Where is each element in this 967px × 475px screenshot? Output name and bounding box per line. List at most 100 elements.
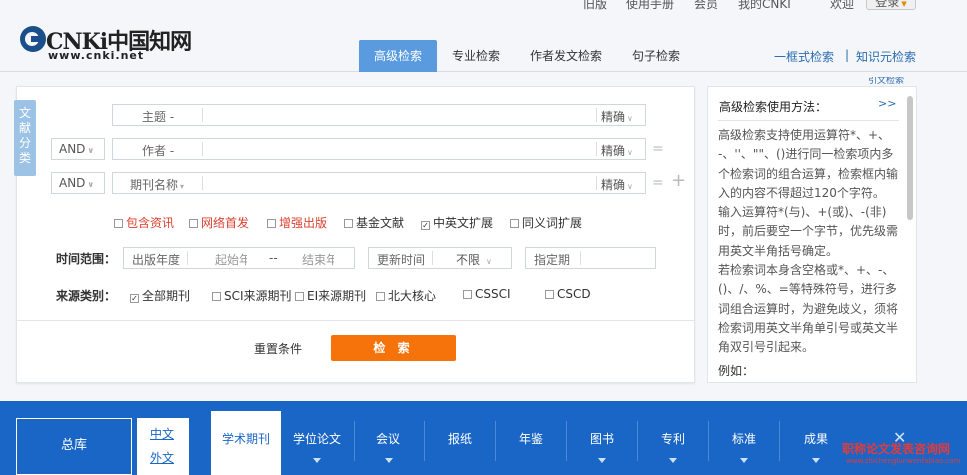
search-button[interactable]: 检 索 xyxy=(331,335,456,361)
watermark-url: www.zhichenglunwenfabiao.com xyxy=(846,457,961,465)
help-example: 例如： xyxy=(718,364,755,378)
nav-dissertations[interactable]: 学位论文 xyxy=(293,430,341,447)
chevron-down-icon xyxy=(385,458,393,463)
field-select-journal[interactable]: 期刊名称 ▾ xyxy=(130,176,184,193)
include-news-checkbox[interactable]: 包含资讯 xyxy=(114,214,174,231)
nav-yearbooks[interactable]: 年鉴 xyxy=(519,430,543,447)
chevron-down-icon: ∨ xyxy=(486,257,492,266)
logic-operator-select[interactable]: AND ∨ xyxy=(51,172,105,194)
chevron-down-icon: ∨ xyxy=(627,182,633,191)
checkbox-icon xyxy=(295,292,304,301)
one-box-search-link[interactable]: 一框式检索 xyxy=(774,48,834,65)
cn-en-expand-checkbox[interactable]: ✓ 中英文扩展 xyxy=(421,214,493,231)
foreign-language-link[interactable]: 外文 xyxy=(150,449,174,466)
remove-row-button[interactable]: = xyxy=(652,141,664,157)
checkbox-checked-icon: ✓ xyxy=(421,221,430,230)
watermark-text: 职称论文发表咨询网 xyxy=(842,442,951,456)
checkbox-icon xyxy=(545,290,554,299)
start-year-input[interactable]: 起始年 xyxy=(215,251,247,268)
ei-source-checkbox[interactable]: EI来源期刊 xyxy=(295,287,366,304)
field-select-subject[interactable]: 主题 - xyxy=(142,108,174,125)
tab-sentence-search[interactable]: 句子检索 xyxy=(623,40,689,72)
literature-category-tab[interactable]: 文献分类 xyxy=(14,100,36,176)
checkbox-icon xyxy=(510,219,519,228)
nav-academic-journals[interactable]: 学术期刊 xyxy=(211,411,281,475)
update-time-label: 更新时间 xyxy=(377,253,426,267)
cssci-checkbox[interactable]: CSSCI xyxy=(463,287,511,301)
welcome-text: 欢迎 xyxy=(830,0,855,11)
checkbox-icon xyxy=(267,219,276,228)
time-range-label: 时间范围： xyxy=(56,252,117,266)
chinese-language-link[interactable]: 中文 xyxy=(150,425,174,442)
end-year-input[interactable]: 结束年 xyxy=(302,251,334,268)
subject-search-input[interactable]: 主题 - 精确 ∨ xyxy=(112,104,646,126)
chevron-down-icon: ∨ xyxy=(627,114,633,123)
add-row-button[interactable]: + xyxy=(671,170,686,191)
enhanced-publish-checkbox[interactable]: 增强出版 xyxy=(267,214,327,231)
chevron-down-icon: ∨ xyxy=(87,146,94,155)
top-bar: 旧版 使用手册 会员 我的CNKI 欢迎 xyxy=(0,0,967,12)
member-link[interactable]: 会员 xyxy=(694,0,718,12)
synonym-expand-checkbox[interactable]: 同义词扩展 xyxy=(510,214,582,231)
range-dash: -- xyxy=(269,251,278,265)
reset-conditions-button[interactable]: 重置条件 xyxy=(254,340,302,357)
sci-source-checkbox[interactable]: SCI来源期刊 xyxy=(212,287,292,304)
publish-year-range: 出版年度 起始年 -- 结束年 xyxy=(123,247,355,269)
journal-search-input[interactable]: 期刊名称 ▾ 精确 ∨ xyxy=(112,172,646,194)
publish-year-label: 出版年度 xyxy=(132,253,181,267)
nav-standards[interactable]: 标准 xyxy=(732,430,756,447)
all-databases-button[interactable]: 总库 xyxy=(16,418,132,475)
help-scrollbar[interactable] xyxy=(907,96,913,220)
chevron-down-icon xyxy=(598,458,606,463)
remove-row-button[interactable]: = xyxy=(652,175,664,191)
nav-conferences[interactable]: 会议 xyxy=(376,430,400,447)
knowledge-search-link[interactable]: 知识元检索 xyxy=(856,48,916,65)
specify-period-label: 指定期 xyxy=(534,253,571,267)
chevron-down-icon: ▾ xyxy=(180,182,185,191)
tab-advanced-search[interactable]: 高级检索 xyxy=(359,40,437,72)
user-manual-link[interactable]: 使用手册 xyxy=(626,0,674,12)
header-separator: | xyxy=(845,48,850,62)
help-panel: 高级检索使用方法： >> 高级检索支持使用运算符*、+、-、''、""、()进行… xyxy=(707,86,917,383)
chevron-down-icon xyxy=(812,458,820,463)
fund-literature-checkbox[interactable]: 基金文献 xyxy=(344,214,404,231)
match-mode-select[interactable]: 精确 ∨ xyxy=(601,142,633,159)
nav-patents[interactable]: 专利 xyxy=(661,430,685,447)
help-more-link[interactable]: >> xyxy=(878,97,896,110)
checkbox-checked-icon: ✓ xyxy=(130,294,139,303)
citation-search-link[interactable]: 引文检索 xyxy=(868,77,904,85)
help-content: 高级检索支持使用运算符*、+、-、''、""、()进行同一检索项内多个检索词的组… xyxy=(718,126,904,358)
help-title: 高级检索使用方法： xyxy=(719,100,828,114)
match-mode-select[interactable]: 精确 ∨ xyxy=(601,108,633,125)
pku-core-checkbox[interactable]: 北大核心 xyxy=(376,287,436,304)
nav-newspapers[interactable]: 报纸 xyxy=(448,430,472,447)
checkbox-icon xyxy=(212,292,221,301)
chevron-down-icon: ∨ xyxy=(87,180,94,189)
specify-period-input[interactable]: 指定期 xyxy=(525,247,656,269)
nav-books[interactable]: 图书 xyxy=(590,430,614,447)
nav-achievements[interactable]: 成果 xyxy=(804,430,828,447)
help-paragraph: 高级检索支持使用运算符*、+、-、''、""、()进行同一检索项内多个检索词的组… xyxy=(718,128,899,200)
login-button[interactable]: 登录 ▼ xyxy=(866,0,916,10)
my-cnki-link[interactable]: 我的CNKI xyxy=(738,0,791,12)
chevron-down-icon xyxy=(740,458,748,463)
match-mode-select[interactable]: 精确 ∨ xyxy=(601,176,633,193)
cscd-checkbox[interactable]: CSCD xyxy=(545,287,591,301)
update-time-value: 不限 ∨ xyxy=(456,253,492,267)
language-switch: 中文 外文 xyxy=(137,418,189,475)
tab-professional-search[interactable]: 专业检索 xyxy=(443,40,509,72)
header: CNKi中国知网 www.cnki.net 高级检索 专业检索 作者发文检索 句… xyxy=(0,12,967,72)
tab-author-search[interactable]: 作者发文检索 xyxy=(523,40,609,72)
logic-operator-select[interactable]: AND ∨ xyxy=(51,138,105,160)
checkbox-icon xyxy=(189,219,198,228)
old-version-link[interactable]: 旧版 xyxy=(583,0,607,12)
field-select-author[interactable]: 作者 - xyxy=(142,142,174,159)
checkbox-icon xyxy=(114,219,123,228)
logo-url: www.cnki.net xyxy=(48,49,145,62)
update-time-select[interactable]: 更新时间 不限 ∨ xyxy=(368,247,512,269)
author-search-input[interactable]: 作者 - 精确 ∨ xyxy=(112,138,646,160)
online-first-checkbox[interactable]: 网络首发 xyxy=(189,214,249,231)
source-category-label: 来源类别： xyxy=(56,289,117,303)
all-journals-checkbox[interactable]: ✓ 全部期刊 xyxy=(130,287,190,304)
chevron-down-icon xyxy=(313,458,321,463)
